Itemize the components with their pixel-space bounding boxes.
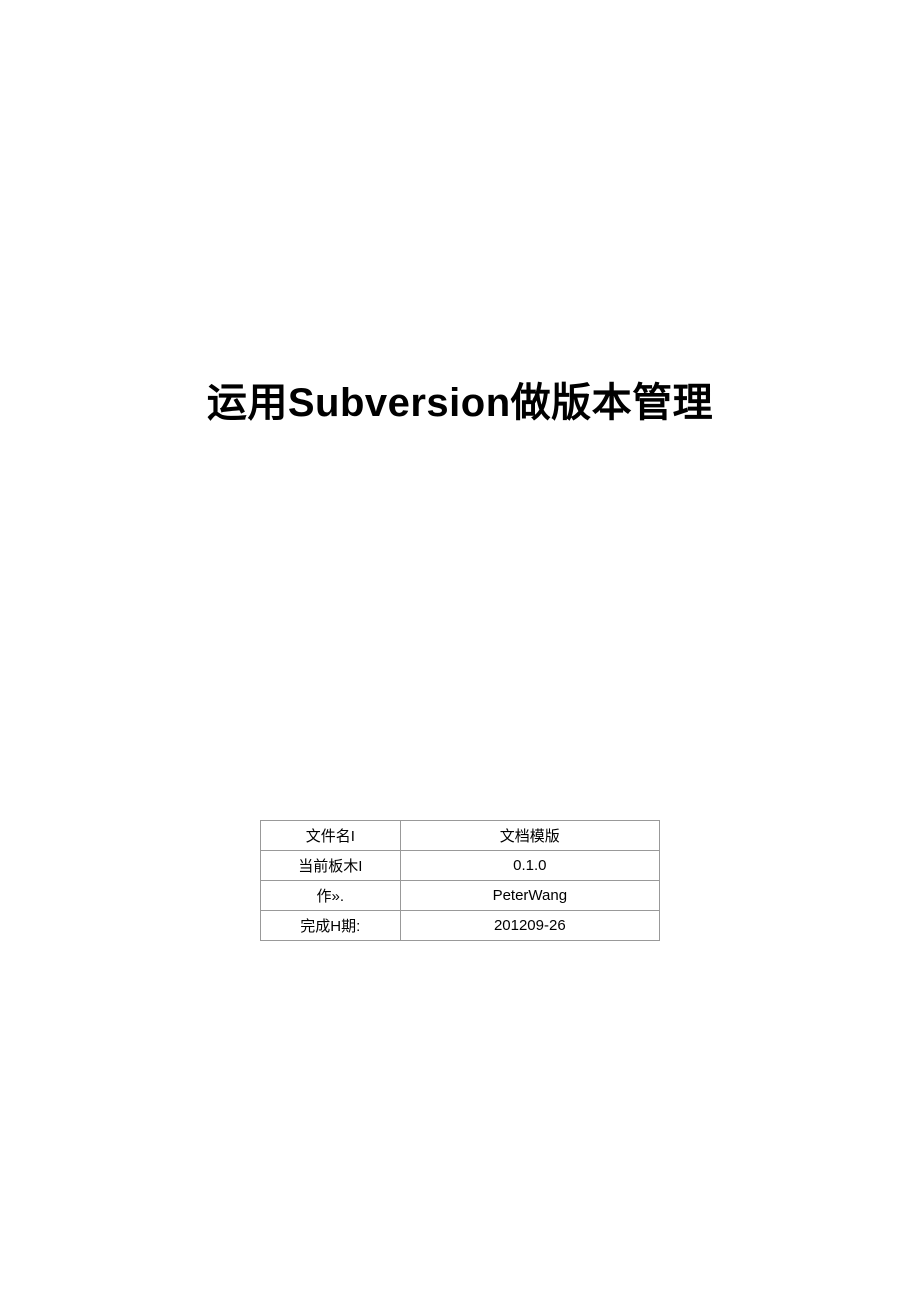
table-row: 作». PeterWang — [261, 881, 660, 911]
info-value: 201209-26 — [400, 911, 659, 941]
info-value: PeterWang — [400, 881, 659, 911]
document-page: 运用Subversion做版本管理 文件名I 文档模版 当前板木I 0.1.0 … — [0, 0, 920, 1301]
table-row: 当前板木I 0.1.0 — [261, 851, 660, 881]
title-prefix: 运用 — [207, 381, 288, 425]
table-row: 文件名I 文档模版 — [261, 821, 660, 851]
info-value: 0.1.0 — [400, 851, 659, 881]
title-suffix: 做版本管理 — [511, 381, 714, 425]
info-table: 文件名I 文档模版 当前板木I 0.1.0 作». PeterWang 完成H期… — [260, 820, 660, 941]
info-label: 当前板木I — [261, 851, 401, 881]
info-label: 完成H期: — [261, 911, 401, 941]
table-row: 完成H期: 201209-26 — [261, 911, 660, 941]
info-label: 作». — [261, 881, 401, 911]
info-value: 文档模版 — [400, 821, 659, 851]
title-latin: Subversion — [288, 381, 511, 425]
info-label: 文件名I — [261, 821, 401, 851]
page-title: 运用Subversion做版本管理 — [0, 370, 920, 428]
